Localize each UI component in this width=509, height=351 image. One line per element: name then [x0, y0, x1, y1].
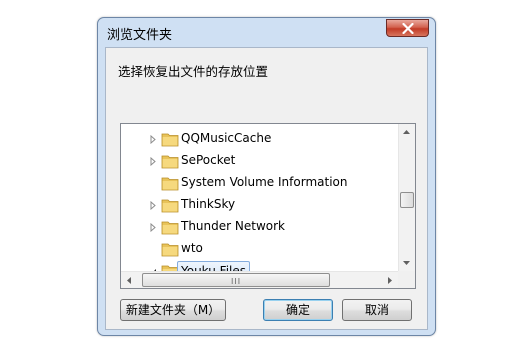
- close-icon: [402, 23, 414, 34]
- browse-folder-dialog: 浏览文件夹 选择恢复出文件的存放位置 QQMusicCache SePocket…: [97, 17, 436, 336]
- expand-arrow-icon[interactable]: [149, 135, 157, 144]
- dialog-title: 浏览文件夹: [107, 28, 173, 43]
- new-folder-button[interactable]: 新建文件夹（M）: [120, 299, 226, 321]
- folder-icon: [161, 133, 179, 147]
- ok-button[interactable]: 确定: [263, 299, 333, 321]
- tree-item-label: System Volume Information: [181, 175, 348, 189]
- tree-item-thunder-network[interactable]: Thunder Network: [121, 217, 397, 238]
- expand-arrow-icon[interactable]: [149, 201, 157, 210]
- dialog-body: 选择恢复出文件的存放位置 QQMusicCache SePocket Syste…: [105, 47, 428, 330]
- scroll-right-icon[interactable]: [382, 273, 397, 288]
- tree-item-qqmusiccache[interactable]: QQMusicCache: [121, 129, 397, 150]
- tree-item-label: wto: [181, 241, 203, 255]
- folder-tree[interactable]: QQMusicCache SePocket System Volume Info…: [120, 123, 416, 289]
- tree-item-label: SePocket: [181, 153, 236, 167]
- folder-icon: [161, 177, 179, 191]
- scrollbar-corner: [398, 271, 415, 288]
- tree-item-label: QQMusicCache: [181, 131, 272, 145]
- title-bar[interactable]: 浏览文件夹: [98, 18, 435, 46]
- folder-icon: [161, 243, 179, 257]
- folder-icon: [161, 221, 179, 235]
- expand-arrow-icon[interactable]: [149, 157, 157, 166]
- tree-item-system-volume-information[interactable]: System Volume Information: [121, 173, 397, 194]
- cancel-button[interactable]: 取消: [342, 299, 412, 321]
- folder-icon: [161, 199, 179, 213]
- tree-item-label: ThinkSky: [181, 197, 236, 211]
- vertical-scroll-thumb[interactable]: [400, 192, 414, 208]
- tree-item-thinksky[interactable]: ThinkSky: [121, 195, 397, 216]
- expand-arrow-icon[interactable]: [149, 223, 157, 232]
- folder-icon: [161, 155, 179, 169]
- scroll-left-icon[interactable]: [122, 273, 137, 288]
- horizontal-scroll-thumb[interactable]: III: [142, 273, 330, 287]
- horizontal-scrollbar[interactable]: III: [121, 271, 398, 288]
- close-button[interactable]: [386, 19, 429, 37]
- scroll-grip: III: [231, 277, 242, 286]
- tree-item-label: Thunder Network: [181, 219, 285, 233]
- tree-item-sepocket[interactable]: SePocket: [121, 151, 397, 172]
- tree-item-wto[interactable]: wto: [121, 239, 397, 260]
- vertical-scrollbar[interactable]: [398, 124, 415, 271]
- dialog-prompt: 选择恢复出文件的存放位置: [118, 64, 269, 79]
- scroll-up-icon[interactable]: [399, 125, 414, 140]
- scroll-down-icon[interactable]: [399, 255, 414, 270]
